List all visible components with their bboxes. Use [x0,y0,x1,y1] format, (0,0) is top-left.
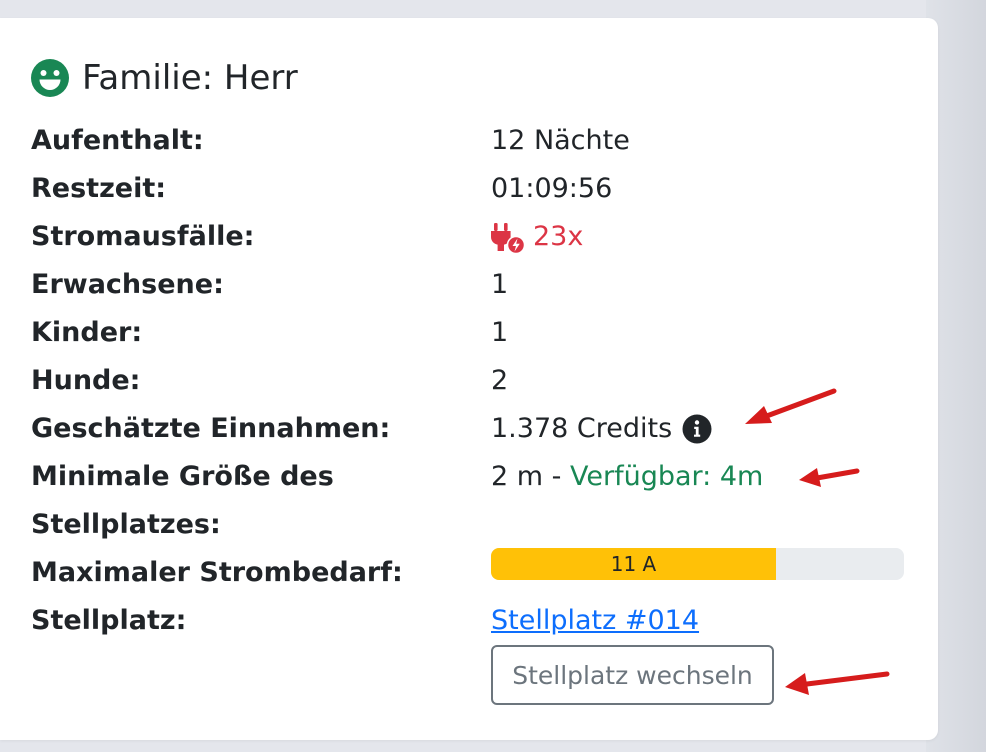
annotation-arrow-income [745,388,837,424]
label-children: Kinder: [31,317,143,348]
label-stay: Aufenthalt: [31,125,204,156]
value-income: 1.378 Credits [491,412,712,446]
info-icon[interactable] [682,414,712,444]
label-dogs: Hunde: [31,365,141,396]
available-size: Verfügbar: 4m [569,461,764,492]
annotation-arrow-button [785,671,890,695]
value-remaining: 01:09:56 [491,173,613,204]
outages-count: 23x [533,221,584,252]
value-min-size: 2 m - Verfügbar: 4m [491,460,763,494]
power-demand-fill: 11 A [491,548,776,580]
annotation-arrow-available [799,468,860,487]
power-outage-plug-icon [491,223,525,254]
smile-icon [31,59,69,97]
label-income: Geschätzte Einnahmen: [31,413,391,444]
value-outages: 23x [491,220,583,254]
spot-link[interactable]: Stellplatz #014 [491,604,699,638]
label-spot: Stellplatz: [31,605,187,636]
value-children: 1 [491,317,509,348]
label-outages: Stromausfälle: [31,221,255,252]
power-demand-bar: 11 A [491,548,904,580]
value-stay: 12 Nächte [491,125,630,156]
change-spot-button[interactable]: Stellplatz wechseln [491,645,774,705]
label-min-size-cont: Stellplatzes: [31,509,221,540]
min-size-value: 2 m - [491,461,570,492]
power-demand-label: 11 A [610,552,657,576]
value-adults: 1 [491,269,509,300]
label-adults: Erwachsene: [31,269,224,300]
label-min-size: Minimale Größe des [31,461,334,492]
income-amount: 1.378 Credits [491,413,673,444]
card-header: Familie: Herr [30,56,298,100]
label-remaining: Restzeit: [31,173,167,204]
value-dogs: 2 [491,365,509,396]
page-title: Familie: Herr [82,58,298,98]
label-power: Maximaler Strombedarf: [31,557,403,588]
